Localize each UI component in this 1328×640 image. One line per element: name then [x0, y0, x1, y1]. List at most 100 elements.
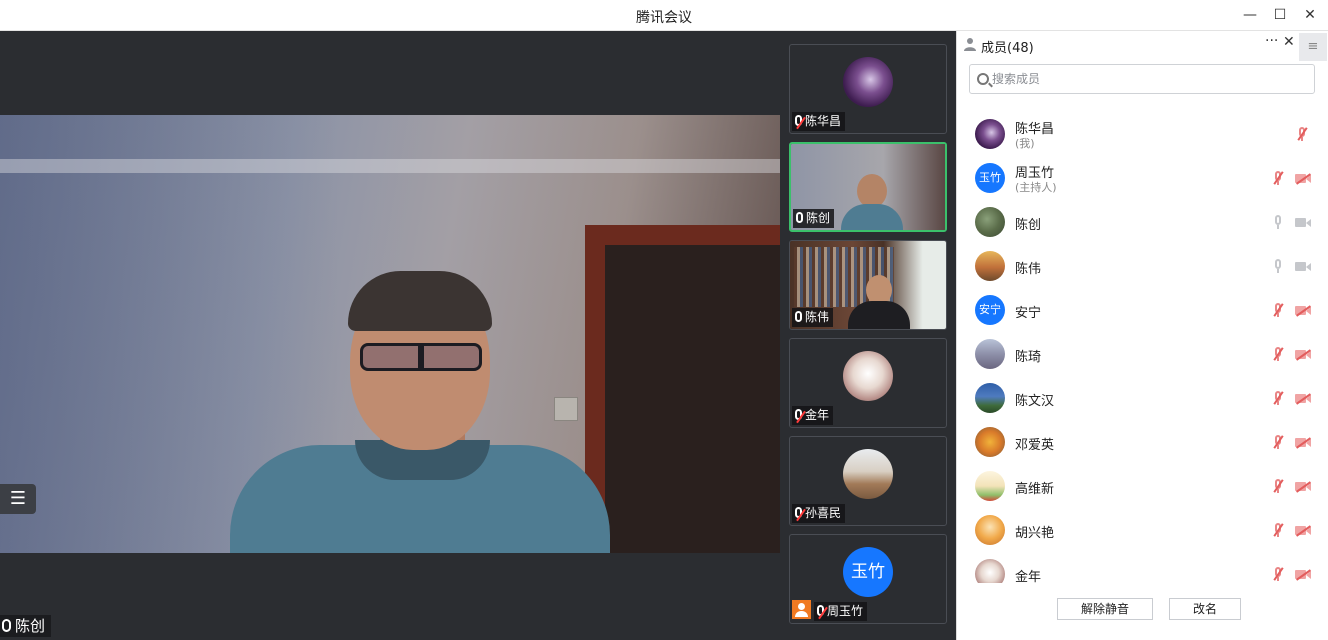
mic-icon[interactable] — [1273, 259, 1283, 273]
mic-muted-icon — [817, 605, 824, 616]
member-avatar — [975, 515, 1005, 545]
member-row[interactable]: 陈华昌 (我) — [957, 113, 1328, 157]
tile-zhou-yuzhu[interactable]: 玉竹 周玉竹 — [789, 534, 947, 624]
member-row[interactable]: 高维新 — [957, 465, 1328, 509]
panel-menu-icon[interactable]: ≡ — [1299, 33, 1327, 61]
rename-button[interactable]: 改名 — [1169, 598, 1241, 620]
maximize-button[interactable]: ☐ — [1268, 4, 1292, 26]
member-row[interactable]: 胡兴艳 — [957, 509, 1328, 553]
member-avatar — [975, 383, 1005, 413]
person-icon — [964, 38, 976, 51]
landscape-avatar-icon — [843, 449, 893, 499]
mic-muted-icon[interactable] — [1273, 347, 1283, 361]
person-hair — [348, 271, 492, 331]
member-avatar — [975, 251, 1005, 281]
tile-name: 陈伟 — [805, 310, 830, 324]
tile-sun-ximin[interactable]: 孙喜民 — [789, 436, 947, 526]
member-avatar — [975, 119, 1005, 149]
member-row[interactable]: 安宁 安宁 — [957, 289, 1328, 333]
flower-avatar-icon — [843, 57, 893, 107]
mic-icon — [795, 311, 802, 322]
camera-off-icon[interactable] — [1295, 173, 1311, 184]
member-role: (我) — [1015, 137, 1035, 150]
member-row[interactable]: 陈文汉 — [957, 377, 1328, 421]
member-row[interactable]: 陈伟 — [957, 245, 1328, 289]
member-role: (主持人) — [1015, 181, 1057, 194]
member-name: 邓爱英 — [1015, 438, 1055, 453]
text-avatar: 玉竹 — [843, 547, 893, 597]
speaker-name-label: 陈创 — [0, 615, 52, 637]
mic-muted-icon[interactable] — [1273, 523, 1283, 537]
title-bar: 腾讯会议 — ☐ ✕ — [0, 0, 1328, 31]
member-name: 胡兴艳 — [1015, 526, 1055, 541]
search-input[interactable] — [992, 69, 1302, 89]
tile-label: 金年 — [792, 406, 834, 425]
member-name: 金年 — [1015, 570, 1042, 583]
panel-header: 成员(48) ··· ✕ ≡ — [957, 31, 1328, 61]
tile-name: 孙喜民 — [805, 506, 842, 520]
tile-label: 陈伟 — [792, 308, 834, 327]
member-avatar: 安宁 — [975, 295, 1005, 325]
tile-label: 周玉竹 — [814, 602, 868, 621]
mic-icon[interactable] — [1273, 215, 1283, 229]
thumb-head — [857, 174, 887, 208]
host-icon-body — [795, 611, 808, 617]
close-button[interactable]: ✕ — [1298, 4, 1322, 26]
camera-off-icon[interactable] — [1295, 305, 1311, 316]
member-avatar — [975, 339, 1005, 369]
mic-muted-icon — [795, 115, 802, 126]
camera-off-icon[interactable] — [1295, 481, 1311, 492]
member-name: 陈文汉 — [1015, 394, 1055, 409]
panel-close-icon[interactable]: ✕ — [1283, 34, 1295, 50]
mic-muted-icon[interactable] — [1273, 479, 1283, 493]
member-name: 陈伟 — [1015, 262, 1042, 277]
mic-muted-icon[interactable] — [1297, 127, 1307, 141]
tile-name: 金年 — [805, 408, 830, 422]
mic-muted-icon[interactable] — [1273, 435, 1283, 449]
member-row[interactable]: 邓爱英 — [957, 421, 1328, 465]
video-ceiling-beam — [0, 159, 780, 173]
cartoon-avatar-icon — [843, 351, 893, 401]
camera-icon[interactable] — [1295, 261, 1311, 272]
tile-label: 陈华昌 — [792, 112, 846, 131]
tile-label: 陈创 — [793, 209, 835, 228]
more-options-icon[interactable]: ··· — [1265, 33, 1278, 49]
host-icon — [792, 600, 811, 619]
camera-off-icon[interactable] — [1295, 393, 1311, 404]
camera-off-icon[interactable] — [1295, 525, 1311, 536]
mic-muted-icon — [795, 409, 802, 420]
speaker-name: 陈创 — [15, 617, 46, 635]
camera-off-icon[interactable] — [1295, 569, 1311, 580]
unmute-all-button[interactable]: 解除静音 — [1057, 598, 1153, 620]
speaker-video[interactable] — [0, 115, 780, 553]
mic-icon — [2, 619, 11, 632]
camera-off-icon[interactable] — [1295, 349, 1311, 360]
camera-icon[interactable] — [1295, 217, 1311, 228]
tile-chen-wei[interactable]: 陈伟 — [789, 240, 947, 330]
tile-chen-huachang[interactable]: 陈华昌 — [789, 44, 947, 134]
camera-off-icon[interactable] — [1295, 437, 1311, 448]
video-doorway — [605, 245, 780, 553]
member-search-box[interactable] — [969, 64, 1315, 94]
tile-name: 陈华昌 — [805, 114, 842, 128]
list-toggle-button[interactable]: ☰ — [0, 484, 36, 514]
member-name: 安宁 — [1015, 306, 1042, 321]
member-row[interactable]: 陈创 — [957, 201, 1328, 245]
mic-muted-icon[interactable] — [1273, 391, 1283, 405]
thumb-body — [841, 204, 903, 230]
member-row[interactable]: 金年 — [957, 553, 1328, 583]
mic-muted-icon — [795, 507, 802, 518]
member-name: 高维新 — [1015, 482, 1055, 497]
tile-chen-chuang[interactable]: 陈创 — [789, 142, 947, 232]
mic-muted-icon[interactable] — [1273, 567, 1283, 581]
tile-jin-nian[interactable]: 金年 — [789, 338, 947, 428]
minimize-button[interactable]: — — [1238, 4, 1262, 26]
member-row[interactable]: 玉竹 周玉竹 (主持人) — [957, 157, 1328, 201]
list-icon: ☰ — [9, 488, 27, 509]
panel-title: 成员(48) — [981, 41, 1034, 56]
mic-icon — [796, 212, 803, 223]
mic-muted-icon[interactable] — [1273, 303, 1283, 317]
members-panel: 成员(48) ··· ✕ ≡ 陈华昌 (我) 玉竹 周玉竹 (主持人) 陈创 — [956, 31, 1328, 640]
mic-muted-icon[interactable] — [1273, 171, 1283, 185]
member-row[interactable]: 陈琦 — [957, 333, 1328, 377]
